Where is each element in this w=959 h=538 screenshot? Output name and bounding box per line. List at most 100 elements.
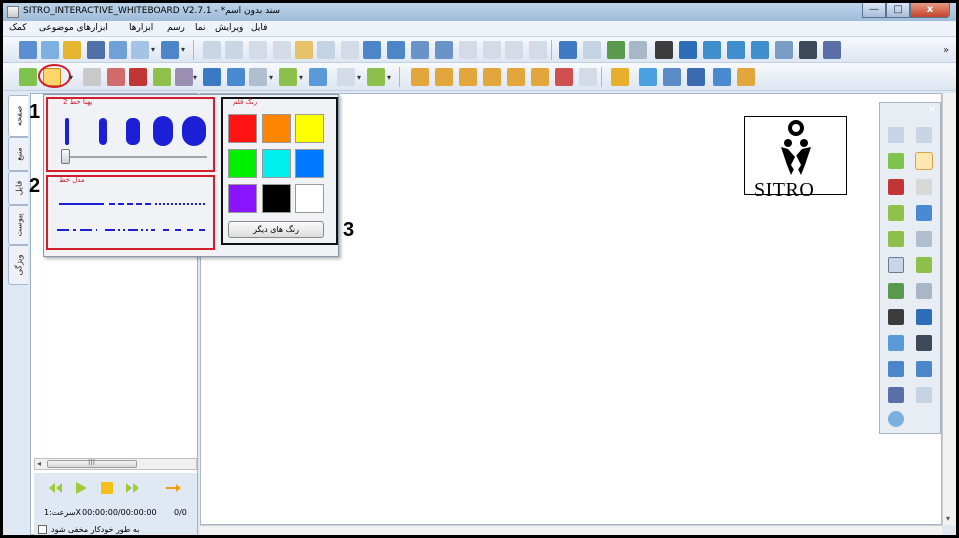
checkbox-box[interactable] <box>38 525 47 534</box>
ruler-icon[interactable] <box>411 68 429 86</box>
calculator-tool-icon[interactable] <box>916 335 932 351</box>
email-icon[interactable] <box>131 41 149 59</box>
brush-tool-icon[interactable] <box>888 205 904 221</box>
redo-tool-icon[interactable] <box>916 127 932 143</box>
color-swatch-purple[interactable] <box>228 184 257 213</box>
new-file-icon[interactable] <box>41 41 59 59</box>
page-delete-tool-icon[interactable] <box>916 361 932 377</box>
line-style-dash-dot[interactable] <box>57 227 207 233</box>
tab-page[interactable]: صفحه <box>8 95 28 137</box>
menu-view[interactable]: نما <box>195 23 205 33</box>
page-tool-icon[interactable] <box>888 361 904 377</box>
rectangle-icon[interactable] <box>337 68 355 86</box>
scale-icon[interactable] <box>687 68 705 86</box>
text-box-icon[interactable] <box>309 68 327 86</box>
camera-icon[interactable] <box>607 41 625 59</box>
video-camera-icon[interactable] <box>629 41 647 59</box>
graph-axes-icon[interactable] <box>737 68 755 86</box>
arrow-down-icon[interactable] <box>529 41 547 59</box>
menu-help[interactable]: کمک <box>9 23 27 33</box>
menu-tools[interactable]: ابزارها <box>129 23 153 33</box>
color-swatch-red[interactable] <box>228 114 257 143</box>
stop-icon[interactable] <box>98 481 116 495</box>
pen-marker-icon[interactable] <box>655 41 673 59</box>
triangle-ruler-icon[interactable] <box>435 68 453 86</box>
highlighter-tool-icon[interactable] <box>916 179 932 195</box>
marker-tool-icon[interactable] <box>888 179 904 195</box>
forward-icon[interactable] <box>124 481 142 495</box>
page-icon[interactable] <box>363 41 381 59</box>
lab-icon[interactable] <box>713 68 731 86</box>
axes-icon[interactable] <box>555 68 573 86</box>
scroll-down-icon[interactable]: ▾ <box>946 514 950 523</box>
pointer-hand-icon[interactable] <box>583 41 601 59</box>
screen-receive-icon[interactable] <box>751 41 769 59</box>
table-icon[interactable] <box>611 68 629 86</box>
line-width-4[interactable] <box>153 116 173 146</box>
color-swatch-yellow[interactable] <box>295 114 324 143</box>
settings-tool-icon[interactable] <box>888 411 904 427</box>
fill-tool-icon[interactable] <box>888 231 904 247</box>
video-tool-icon[interactable] <box>916 283 932 299</box>
undo-tool-icon[interactable] <box>888 127 904 143</box>
canvas-horizontal-scrollbar[interactable] <box>200 525 942 535</box>
more-colors-button[interactable]: رنگ های دیگر <box>228 221 324 238</box>
webcam-tool-icon[interactable] <box>888 387 904 403</box>
width-slider-track[interactable] <box>62 156 207 158</box>
play-icon[interactable] <box>72 481 90 495</box>
screen-icon[interactable] <box>559 41 577 59</box>
panel-horizontal-scrollbar[interactable]: ◂ III <box>34 458 197 470</box>
undo-icon[interactable] <box>203 41 221 59</box>
tab-properties[interactable]: ویژگی <box>8 245 28 285</box>
scroll-thumb[interactable]: III <box>47 458 137 468</box>
monitor-icon[interactable] <box>679 41 697 59</box>
copy-icon[interactable] <box>273 41 291 59</box>
line-width-3[interactable] <box>126 118 140 145</box>
export-icon[interactable] <box>161 41 179 59</box>
arrow-left-icon[interactable] <box>505 41 523 59</box>
insert-image-icon[interactable] <box>109 41 127 59</box>
delete-icon[interactable] <box>341 41 359 59</box>
select-arrow-icon[interactable] <box>19 68 37 86</box>
line-style-dotted[interactable] <box>155 203 205 205</box>
rectangle-tool-icon[interactable] <box>888 257 904 273</box>
line-style-solid[interactable] <box>59 203 104 205</box>
cut-icon[interactable] <box>249 41 267 59</box>
stamp-icon[interactable] <box>367 68 385 86</box>
canvas-vertical-scrollbar[interactable]: ▾ <box>942 93 956 525</box>
eraser-icon[interactable] <box>175 68 193 86</box>
scroll-left-icon[interactable]: ◂ <box>37 459 41 468</box>
toolbar-overflow-icon[interactable]: » <box>943 45 949 56</box>
math-sqrt-icon[interactable] <box>579 68 597 86</box>
new-page-icon[interactable] <box>19 41 37 59</box>
hand-tool-icon[interactable] <box>916 387 932 403</box>
line-style-dashed[interactable] <box>109 203 151 205</box>
select-tool-icon[interactable] <box>888 153 904 169</box>
redo-icon[interactable] <box>225 41 243 59</box>
pencil-icon[interactable] <box>507 68 525 86</box>
camera-tool-icon[interactable] <box>888 283 904 299</box>
zoom-out-icon[interactable] <box>435 41 453 59</box>
fill-icon[interactable] <box>279 68 297 86</box>
color-swatch-orange[interactable] <box>262 114 291 143</box>
shape-tool-icon[interactable] <box>916 231 932 247</box>
menu-subject-tools[interactable]: ابزارهای موضوعی <box>39 23 108 33</box>
menu-file[interactable]: فایل <box>251 23 267 33</box>
color-swatch-blue[interactable] <box>295 149 324 178</box>
arrow-right-icon[interactable] <box>483 41 501 59</box>
minimize-button[interactable]: — <box>862 3 886 18</box>
monitor-tool-icon[interactable] <box>916 309 932 325</box>
autohide-checkbox[interactable]: به طور خودکار مخفی شود <box>38 525 139 534</box>
next-icon[interactable] <box>164 481 182 495</box>
marker-red-icon[interactable] <box>129 68 147 86</box>
zoom-in-icon[interactable] <box>411 41 429 59</box>
webcam-icon[interactable] <box>823 41 841 59</box>
highlighter-icon[interactable] <box>83 68 101 86</box>
toolbox-close-icon[interactable]: × <box>928 104 936 115</box>
color-swatch-black[interactable] <box>262 184 291 213</box>
line-width-5[interactable] <box>182 116 206 146</box>
keyboard-tool-icon[interactable] <box>888 335 904 351</box>
arrow-up-icon[interactable] <box>459 41 477 59</box>
thermometer-icon[interactable] <box>639 68 657 86</box>
tab-source[interactable]: منبع <box>8 137 28 171</box>
